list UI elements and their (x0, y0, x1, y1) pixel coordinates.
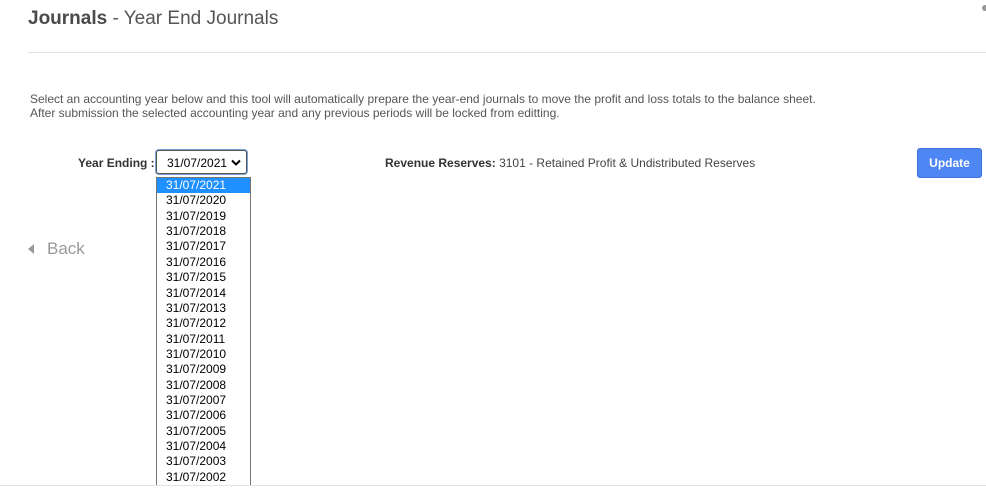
revenue-reserves: Revenue Reserves: 3101 - Retained Profit… (385, 156, 755, 170)
year-option[interactable]: 31/07/2017 (157, 239, 250, 254)
year-option[interactable]: 31/07/2010 (157, 347, 250, 362)
page: Journals - Year End Journals Select an a… (0, 0, 986, 493)
title-divider (28, 52, 986, 53)
year-ending-selected-value: 31/07/2021 (167, 156, 228, 170)
year-option[interactable]: 31/07/2009 (157, 362, 250, 377)
year-option[interactable]: 31/07/2011 (157, 332, 250, 347)
year-option[interactable]: 31/07/2015 (157, 270, 250, 285)
year-option[interactable]: 31/07/2013 (157, 301, 250, 316)
footer-divider (0, 485, 986, 486)
year-option[interactable]: 31/07/2020 (157, 193, 250, 208)
year-option[interactable]: 31/07/2007 (157, 393, 250, 408)
back-link[interactable]: Back (28, 239, 85, 259)
year-option[interactable]: 31/07/2002 (157, 470, 250, 485)
year-option[interactable]: 31/07/2016 (157, 255, 250, 270)
year-option[interactable]: 31/07/2008 (157, 378, 250, 393)
page-title: Journals - Year End Journals (28, 7, 278, 31)
chevron-down-icon (231, 159, 241, 166)
page-title-subtitle: - Year End Journals (107, 8, 279, 29)
year-option[interactable]: 31/07/2019 (157, 209, 250, 224)
year-option[interactable]: 31/07/2006 (157, 408, 250, 423)
year-option[interactable]: 31/07/2004 (157, 439, 250, 454)
year-ending-select[interactable]: 31/07/2021 (156, 150, 247, 174)
edge-indicator-icon (982, 5, 986, 11)
instructions-line-1: Select an accounting year below and this… (30, 92, 816, 106)
year-option[interactable]: 31/07/2012 (157, 316, 250, 331)
year-option[interactable]: 31/07/2021 (157, 178, 250, 194)
instructions: Select an accounting year below and this… (30, 92, 816, 120)
page-title-section: Journals (28, 8, 108, 29)
year-ending-dropdown-list: 31/07/2021 31/07/2020 31/07/2019 31/07/2018… (156, 177, 251, 486)
year-option[interactable]: 31/07/2003 (157, 454, 250, 469)
year-option[interactable]: 31/07/2014 (157, 286, 250, 301)
back-link-label: Back (47, 239, 85, 258)
year-ending-label: Year Ending : (78, 156, 155, 170)
revenue-reserves-value: 3101 - Retained Profit & Undistributed R… (495, 156, 756, 170)
back-arrow-icon (28, 244, 34, 254)
update-button[interactable]: Update (917, 148, 982, 178)
instructions-line-2: After submission the selected accounting… (30, 106, 560, 120)
revenue-reserves-label: Revenue Reserves: (385, 156, 496, 170)
year-option[interactable]: 31/07/2018 (157, 224, 250, 239)
year-option[interactable]: 31/07/2005 (157, 424, 250, 439)
